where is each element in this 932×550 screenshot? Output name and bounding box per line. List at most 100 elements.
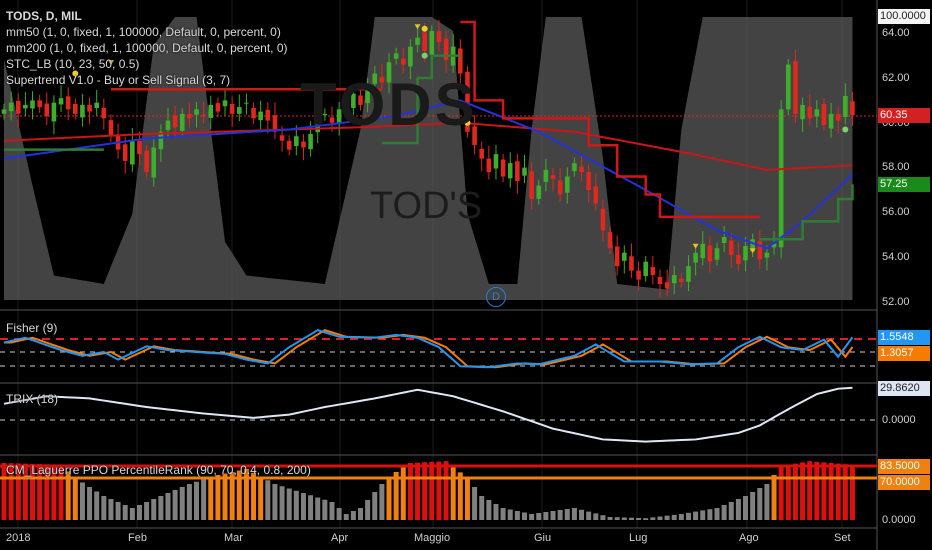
laguerre-bar [493, 504, 499, 520]
candle-body [44, 103, 50, 117]
laguerre-bar [179, 487, 185, 520]
candle-body [743, 246, 748, 261]
price-tick: 52.00 [882, 296, 910, 308]
study-mm200[interactable]: mm200 (1, 0, fixed, 1, 100000, Default, … [6, 40, 288, 56]
laguerre-bar [479, 496, 485, 520]
candle-body [65, 96, 71, 110]
candle-body [650, 267, 656, 276]
laguerre-bar [571, 508, 577, 520]
laguerre-bar [628, 517, 634, 520]
laguerre-bar [407, 463, 413, 520]
watermark-company: TOD'S [370, 185, 483, 227]
candle-body [165, 120, 171, 130]
candle-body [757, 241, 763, 260]
candle-body [400, 58, 406, 65]
laguerre-bar [800, 462, 806, 520]
laguerre-bar [721, 505, 727, 520]
laguerre-bar [849, 464, 855, 520]
candle-body [850, 101, 855, 115]
dividend-event-marker[interactable]: D [486, 287, 506, 307]
x-tick: 2018 [6, 532, 31, 544]
laguerre-bar [286, 488, 292, 520]
laguerre-bar [593, 513, 599, 520]
supertrend-badge: 57.25 [878, 177, 930, 192]
candle-body [814, 109, 820, 117]
candle-body [172, 115, 178, 128]
laguerre-bar [771, 475, 777, 520]
candle-body [301, 141, 306, 148]
laguerre-bar [144, 502, 150, 520]
trigger-badge: 1.3057 [878, 346, 930, 361]
candle-body [443, 38, 449, 61]
candle-body [144, 150, 149, 173]
laguerre-bar [201, 479, 207, 520]
candle-body [671, 275, 677, 284]
laguerre-bar [557, 510, 563, 520]
candle-body [286, 140, 292, 150]
laguerre-bar [814, 461, 820, 520]
x-tick: Giu [534, 532, 552, 544]
laguerre-bar [671, 514, 677, 520]
laguerre-bar [101, 496, 107, 520]
laguerre-bar [564, 509, 570, 520]
laguerre-bar [186, 484, 192, 520]
laguerre-bar [785, 464, 791, 520]
candle-body [94, 102, 99, 109]
candle-body [8, 102, 14, 112]
candle-body [229, 103, 235, 114]
laguerre-bar [664, 515, 670, 520]
laguerre-bar [300, 493, 306, 520]
laguerre-bar [136, 505, 142, 520]
trix-badge: 29.8620 [878, 381, 930, 396]
laguerre-bar [472, 487, 478, 520]
candle-body [821, 103, 827, 126]
laguerre-bar [358, 508, 363, 520]
candle-body [700, 243, 706, 259]
laguerre-bar [308, 495, 314, 520]
candle-body [707, 245, 713, 262]
candle-body [643, 261, 648, 277]
laguerre-bar [764, 484, 770, 520]
study-supertrend[interactable]: Supertrend V1.0 - Buy or Sell Signal (3,… [6, 72, 288, 88]
candle-body [208, 104, 214, 118]
laguerre-bar [315, 497, 321, 520]
laguerre-title[interactable]: CM_Laguerre PPO PercentileRank (90, 70, … [6, 462, 311, 478]
study-mm50[interactable]: mm50 (1, 0, fixed, 1, 100000, Default, 0… [6, 24, 288, 40]
laguerre-zero-tick: 0.0000 [882, 514, 916, 526]
laguerre-bar [636, 517, 642, 520]
x-tick: Apr [331, 532, 349, 544]
candle-body [151, 147, 157, 178]
laguerre-bar [329, 502, 335, 520]
laguerre-bar [422, 462, 428, 520]
trix-title[interactable]: TRIX (18) [6, 391, 58, 407]
laguerre-bar [365, 500, 371, 520]
candle-body [265, 109, 271, 121]
laguerre-bar [521, 512, 527, 520]
candle-body [657, 276, 663, 285]
laguerre-bar [500, 508, 506, 520]
study-stc[interactable]: STC_LB (10, 23, 50, 0.5) [6, 56, 288, 72]
candle-body [201, 114, 206, 117]
signal-dot [421, 52, 428, 59]
fisher-title[interactable]: Fisher (9) [6, 320, 57, 336]
laguerre-bar [429, 461, 435, 520]
candle-body [607, 232, 613, 249]
candle-body [80, 104, 85, 118]
candle-body [721, 237, 727, 243]
laguerre-bar [743, 496, 749, 520]
trix-zero-tick: 0.0000 [882, 414, 916, 426]
laguerre-bar [450, 466, 456, 520]
watermark-symbol: TODS [300, 71, 478, 138]
candle-body [600, 208, 606, 231]
laguerre-bar [400, 467, 406, 520]
laguerre-bar [714, 508, 720, 520]
laguerre-bar [821, 462, 827, 520]
candle-body [429, 30, 435, 55]
symbol-title: TODS, D, MIL [6, 9, 82, 23]
stc-top-badge: 100.0000 [878, 9, 930, 24]
laguerre-bar [693, 511, 699, 520]
price-tick: 58.00 [882, 161, 910, 173]
laguerre-bar [543, 512, 549, 520]
laguerre-bar [707, 509, 713, 520]
candle-body [87, 104, 92, 112]
